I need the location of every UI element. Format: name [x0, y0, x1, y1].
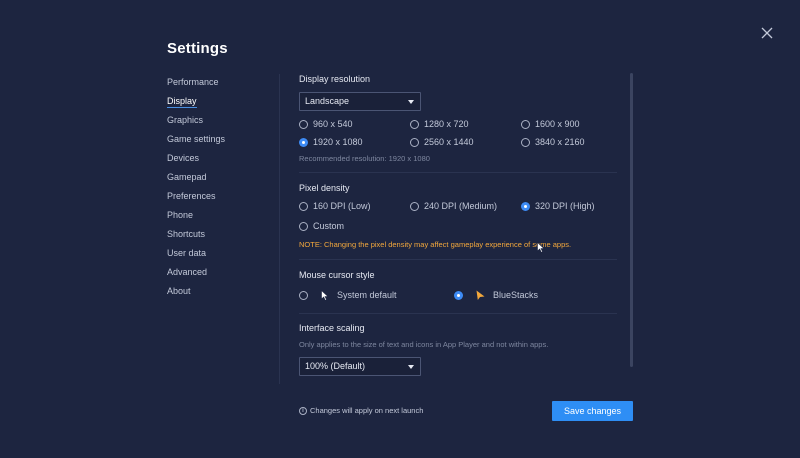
- recommended-resolution-hint: Recommended resolution: 1920 x 1080: [299, 154, 430, 163]
- nav-item-game-settings[interactable]: Game settings: [167, 133, 277, 152]
- scrollbar[interactable]: [630, 73, 633, 367]
- radio-label: 1600 x 900: [535, 119, 580, 129]
- nav-item-label: User data: [167, 248, 207, 258]
- close-icon: [761, 27, 773, 39]
- nav-item-label: Shortcuts: [167, 229, 206, 239]
- resolution-radio-1600x900[interactable]: 1600 x 900: [521, 118, 580, 130]
- nav-item-shortcuts[interactable]: Shortcuts: [167, 228, 277, 247]
- display-settings-panel: Display resolution Landscape 960 x 540 1…: [299, 72, 619, 386]
- nav-item-label: About: [167, 286, 191, 296]
- radio-circle: [521, 119, 530, 129]
- radio-label: 1280 x 720: [424, 119, 469, 129]
- radio-circle: [410, 137, 419, 147]
- nav-item-graphics[interactable]: Graphics: [167, 114, 277, 133]
- bluestacks-cursor-icon: [476, 290, 485, 300]
- interface-scaling-dropdown[interactable]: 100% (Default): [299, 357, 421, 376]
- orientation-dropdown[interactable]: Landscape: [299, 92, 421, 111]
- interface-scaling-hint: Only applies to the size of text and ico…: [299, 340, 549, 349]
- nav-item-devices[interactable]: Devices: [167, 152, 277, 171]
- nav-item-label: Graphics: [167, 115, 204, 125]
- resolution-radio-960x540[interactable]: 960 x 540: [299, 118, 353, 130]
- nav-item-advanced[interactable]: Advanced: [167, 266, 277, 285]
- dpi-radio-240[interactable]: 240 DPI (Medium): [410, 200, 497, 212]
- section-divider: [299, 172, 617, 173]
- radio-circle: [521, 201, 530, 211]
- footer-note: i Changes will apply on next launch: [299, 406, 423, 415]
- radio-label: 160 DPI (Low): [313, 201, 371, 211]
- nav-item-label: Devices: [167, 153, 200, 163]
- radio-circle: [299, 137, 308, 147]
- cursor-radio-system-default[interactable]: System default: [299, 289, 397, 301]
- mouse-cursor-title: Mouse cursor style: [299, 270, 375, 280]
- dpi-radio-320[interactable]: 320 DPI (High): [521, 200, 595, 212]
- radio-circle: [299, 201, 308, 211]
- resolution-radio-1920x1080[interactable]: 1920 x 1080: [299, 136, 363, 148]
- radio-label: System default: [337, 290, 397, 300]
- resolution-radio-2560x1440[interactable]: 2560 x 1440: [410, 136, 474, 148]
- resolution-radio-1280x720[interactable]: 1280 x 720: [410, 118, 469, 130]
- nav-divider: [279, 74, 280, 384]
- radio-label: 3840 x 2160: [535, 137, 585, 147]
- display-resolution-title: Display resolution: [299, 74, 371, 84]
- cursor-radio-bluestacks[interactable]: BlueStacks: [454, 289, 538, 301]
- nav-item-label: Phone: [167, 210, 194, 220]
- radio-label: Custom: [313, 221, 345, 231]
- radio-label: 320 DPI (High): [535, 201, 595, 211]
- settings-nav: Performance Display Graphics Game settin…: [167, 76, 277, 304]
- nav-item-label: Preferences: [167, 191, 216, 201]
- nav-item-display[interactable]: Display: [167, 95, 277, 114]
- radio-label: 2560 x 1440: [424, 137, 474, 147]
- info-icon: i: [299, 406, 307, 415]
- orientation-value: Landscape: [305, 96, 350, 106]
- radio-label: 1920 x 1080: [313, 137, 363, 147]
- nav-item-label: Performance: [167, 77, 219, 87]
- interface-scaling-value: 100% (Default): [305, 361, 366, 371]
- interface-scaling-title: Interface scaling: [299, 323, 365, 333]
- dpi-radio-custom[interactable]: Custom: [299, 220, 344, 232]
- radio-circle: [299, 221, 308, 231]
- radio-label: 240 DPI (Medium): [424, 201, 498, 211]
- radio-label: 960 x 540: [313, 119, 353, 129]
- pixel-density-note: NOTE: Changing the pixel density may aff…: [299, 240, 572, 249]
- section-divider: [299, 313, 617, 314]
- chevron-down-icon: [408, 365, 414, 369]
- radio-label: BlueStacks: [493, 290, 539, 300]
- dpi-radio-160[interactable]: 160 DPI (Low): [299, 200, 371, 212]
- nav-item-performance[interactable]: Performance: [167, 76, 277, 95]
- radio-circle: [299, 290, 308, 300]
- resolution-radio-3840x2160[interactable]: 3840 x 2160: [521, 136, 585, 148]
- nav-item-preferences[interactable]: Preferences: [167, 190, 277, 209]
- section-divider: [299, 259, 617, 260]
- mouse-pointer-icon: [537, 242, 545, 253]
- nav-item-gamepad[interactable]: Gamepad: [167, 171, 277, 190]
- radio-circle: [454, 290, 463, 300]
- footer-note-text: Changes will apply on next launch: [310, 406, 424, 415]
- radio-circle: [521, 137, 530, 147]
- nav-item-label: Display: [167, 96, 197, 108]
- system-cursor-icon: [321, 289, 329, 301]
- nav-item-label: Advanced: [167, 267, 208, 277]
- nav-item-label: Gamepad: [167, 172, 207, 182]
- nav-item-phone[interactable]: Phone: [167, 209, 277, 228]
- page-title: Settings: [167, 40, 228, 57]
- chevron-down-icon: [408, 100, 414, 104]
- close-button[interactable]: [759, 25, 775, 41]
- nav-item-user-data[interactable]: User data: [167, 247, 277, 266]
- nav-item-label: Game settings: [167, 134, 226, 144]
- save-changes-button[interactable]: Save changes: [552, 401, 633, 421]
- nav-item-about[interactable]: About: [167, 285, 277, 304]
- pixel-density-title: Pixel density: [299, 183, 350, 193]
- radio-circle: [410, 119, 419, 129]
- radio-circle: [410, 201, 419, 211]
- radio-circle: [299, 119, 308, 129]
